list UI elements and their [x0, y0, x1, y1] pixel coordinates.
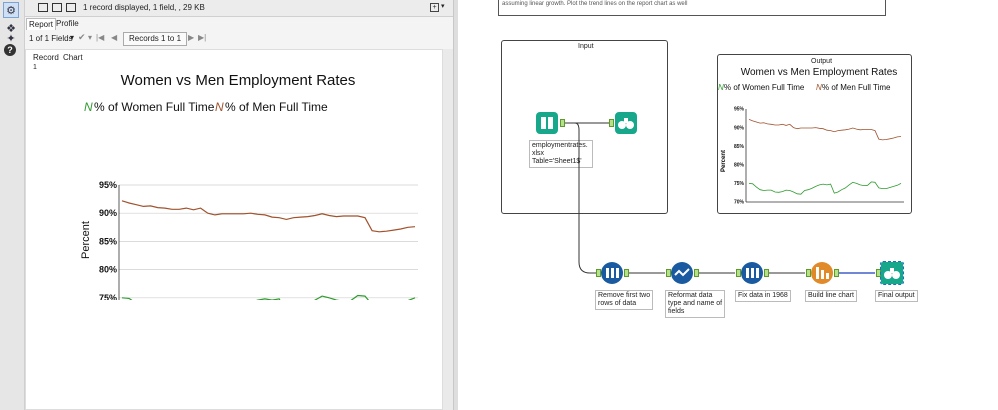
output-container[interactable]: Output Women vs Men Employment Rates N %…	[717, 54, 912, 214]
tool-annotation: Final output	[875, 290, 918, 302]
tab-profile[interactable]: Profile	[54, 18, 81, 29]
results-tabs: Report Profile	[25, 17, 453, 30]
layout-stacked-icon[interactable]	[66, 3, 76, 12]
book-icon	[541, 117, 553, 129]
tool-reformat-data-type-and-name-of-fields[interactable]	[671, 262, 693, 284]
chart-icon	[816, 267, 829, 279]
layout-vertical-icon[interactable]	[52, 3, 62, 12]
legend-swatch-men: N	[215, 100, 224, 114]
y-tick-label: 75%	[99, 293, 117, 300]
input-tool-annotation: employmentrates. xlsx Table='Sheet1$'	[529, 140, 593, 168]
first-page-icon[interactable]: |◀	[96, 33, 104, 42]
top-note: assuming linear growth. Plot the trend l…	[502, 1, 688, 7]
tab-report[interactable]: Report	[26, 18, 57, 30]
chart-title: Women vs Men Employment Rates	[121, 72, 356, 89]
layout-horizontal-icon[interactable]	[38, 3, 48, 12]
vertical-scrollbar[interactable]	[443, 49, 453, 410]
annotation-line: fields	[668, 308, 685, 315]
annotation-line: xlsx	[532, 150, 545, 157]
report-pane: Record Chart 1 Women vs Men Employment R…	[25, 49, 443, 410]
annotation-line: Reformat data	[668, 292, 713, 299]
series-men-line	[748, 119, 902, 141]
annotation-line: Build line chart	[808, 292, 854, 299]
y-tick-label: 85%	[99, 236, 117, 246]
series-women-line	[748, 181, 902, 195]
annotation-line: Final output	[878, 292, 915, 299]
input-title: Input	[578, 43, 594, 50]
y-tick-label: 70%	[734, 200, 745, 206]
tool-remove-first-two-rows-of-data[interactable]	[601, 262, 623, 284]
input-anchor[interactable]	[609, 119, 614, 127]
y-tick-label: 80%	[99, 265, 117, 275]
chart-legend: N % of Women Full Time N % of Men Full T…	[84, 100, 328, 114]
tool-annotation: Remove first two rows of data	[595, 290, 654, 310]
results-status: 1 record displayed, 1 field, , 29 KB	[83, 3, 205, 12]
browse-tool-input[interactable]	[615, 112, 637, 134]
preview-y-label: Percent	[721, 150, 727, 172]
y-tick-label: 80%	[734, 162, 745, 168]
annotation-line: type and name of	[668, 300, 723, 307]
output-anchor[interactable]	[560, 119, 565, 127]
export-icon[interactable]: +	[430, 3, 439, 12]
configuration-icon[interactable]: ⚙	[3, 2, 19, 18]
y-tick-label: 90%	[734, 125, 745, 131]
y-axis-ticks: 95%90%85%80%75%70%	[99, 180, 117, 300]
top-comment-box[interactable]: assuming linear growth. Plot the trend l…	[498, 0, 886, 16]
y-tick-label: 95%	[734, 107, 745, 113]
results-toolbar: 1 record displayed, 1 field, , 29 KB + ▾	[25, 0, 453, 17]
y-tick-label: 95%	[99, 180, 117, 190]
tool-build-line-chart[interactable]	[811, 262, 833, 284]
prev-page-icon[interactable]: ◀	[111, 33, 117, 42]
input-data-tool[interactable]	[536, 112, 558, 134]
chevron-down-icon[interactable]: ▾	[441, 2, 445, 10]
legend-swatch-women: N	[84, 100, 93, 114]
preview-title: Women vs Men Employment Rates	[741, 67, 898, 78]
browse-icon	[884, 268, 900, 279]
output-anchor[interactable]	[834, 269, 839, 277]
annotation-line: employmentrates.	[532, 142, 588, 149]
formula-icon	[746, 268, 759, 278]
annotation-line: Table='Sheet1$'	[532, 158, 582, 165]
annotation-line: rows of data	[598, 300, 637, 307]
preview-legend-men: % of Men Full Time	[822, 83, 891, 92]
series-men-line	[121, 200, 416, 233]
results-navbar: 1 of 1 Fields ▾ ✔ ▾ |◀ ◀ Records 1 to 1 …	[25, 30, 453, 47]
tool-strip: ⚙ ❖ ✦ ?	[0, 0, 25, 410]
chart-grid	[118, 184, 418, 300]
employment-chart: Women vs Men Employment Rates N % of Wom…	[80, 72, 418, 300]
tool-final-output[interactable]	[880, 261, 904, 285]
check-icon[interactable]: ✔	[78, 32, 86, 43]
output-preview-chart: Women vs Men Employment Rates N % of Wom…	[718, 67, 904, 206]
next-page-icon[interactable]: ▶	[188, 33, 194, 42]
tool-annotation: Fix data in 1968	[735, 290, 791, 302]
formula-icon	[606, 268, 619, 278]
binoculars-icon	[618, 118, 634, 129]
chevron-down-icon[interactable]: ▾	[70, 33, 74, 42]
tool-annotation: Build line chart	[805, 290, 857, 302]
y-tick-label: 90%	[99, 208, 117, 218]
tool-annotation: Reformat data type and name of fields	[665, 290, 726, 318]
y-tick-label: 75%	[734, 181, 745, 187]
last-page-icon[interactable]: ▶|	[198, 33, 206, 42]
annotation-line: Remove first two	[598, 292, 651, 299]
legend-men: % of Men Full Time	[225, 100, 328, 114]
preview-legend-women: % of Women Full Time	[724, 83, 805, 92]
legend-women: % of Women Full Time	[94, 100, 215, 114]
workflow-canvas[interactable]: assuming linear growth. Plot the trend l…	[458, 0, 998, 410]
input-container[interactable]: Input	[501, 40, 668, 214]
output-anchor[interactable]	[764, 269, 769, 277]
fields-selector[interactable]: 1 of 1 Fields	[29, 34, 73, 43]
chevron-down-icon[interactable]: ▾	[88, 33, 92, 42]
tool-fix-data-in-1968[interactable]	[741, 262, 763, 284]
results-panel: 1 record displayed, 1 field, , 29 KB + ▾…	[25, 0, 453, 410]
select-icon	[674, 268, 690, 277]
y-tick-label: 85%	[734, 144, 745, 150]
annotation-line: Fix data in 1968	[738, 292, 788, 299]
records-button[interactable]: Records 1 to 1	[123, 32, 187, 46]
y-axis-label: Percent	[80, 221, 92, 259]
output-anchor[interactable]	[694, 269, 699, 277]
preview-y-ticks: 95% 90% 85% 80% 75% 70%	[734, 107, 904, 206]
help-icon[interactable]: ?	[4, 44, 16, 56]
output-anchor[interactable]	[624, 269, 629, 277]
